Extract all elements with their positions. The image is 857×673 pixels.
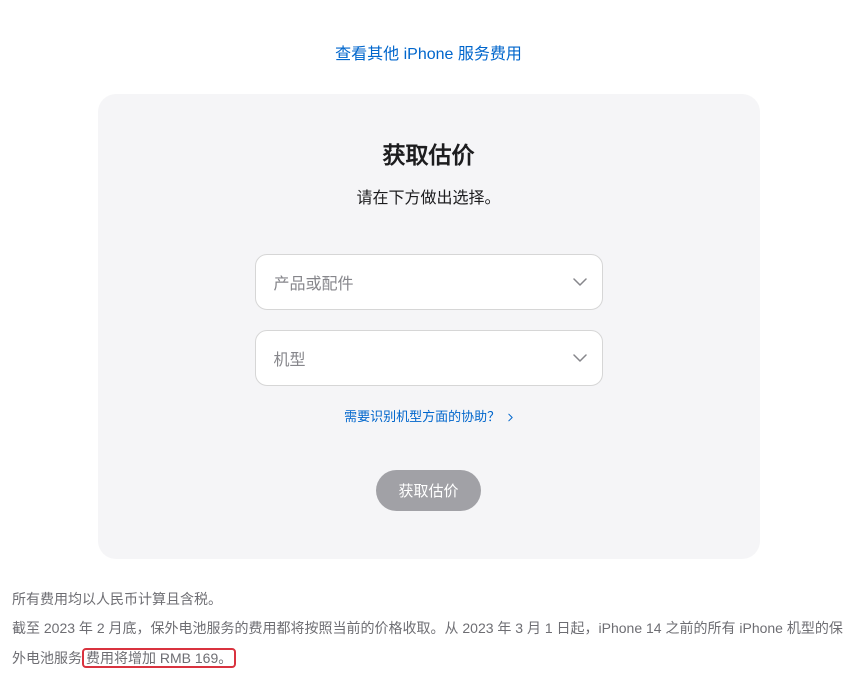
estimate-card: 获取估价 请在下方做出选择。 产品或配件 机型 需要识别机型方面的协助？ [98,94,760,559]
identify-model-help-link[interactable]: 需要识别机型方面的协助？ [344,409,513,424]
card-title: 获取估价 [138,136,720,170]
help-link-text: 需要识别机型方面的协助？ [344,409,500,424]
model-select-wrapper: 机型 [255,330,603,386]
product-select-placeholder: 产品或配件 [274,270,354,294]
other-services-link[interactable]: 查看其他 iPhone 服务费用 [335,46,522,63]
card-subtitle: 请在下方做出选择。 [138,184,720,208]
get-estimate-button[interactable]: 获取估价 [376,470,480,511]
footer-notes: 所有费用均以人民币计算且含税。 截至 2023 年 2 月底，保外电池服务的费用… [8,585,849,673]
top-link-container: 查看其他 iPhone 服务费用 [8,0,849,94]
chevron-right-icon [508,410,513,425]
product-select-wrapper: 产品或配件 [255,254,603,310]
model-select-placeholder: 机型 [274,346,306,370]
model-select[interactable]: 机型 [255,330,603,386]
footer-tax-note: 所有费用均以人民币计算且含税。 [12,585,845,614]
product-select[interactable]: 产品或配件 [255,254,603,310]
help-link-container: 需要识别机型方面的协助？ [138,406,720,426]
footer-highlighted-text: 费用将增加 RMB 169。 [82,648,236,668]
footer-price-change-note: 截至 2023 年 2 月底，保外电池服务的费用都将按照当前的价格收取。从 20… [12,614,845,673]
